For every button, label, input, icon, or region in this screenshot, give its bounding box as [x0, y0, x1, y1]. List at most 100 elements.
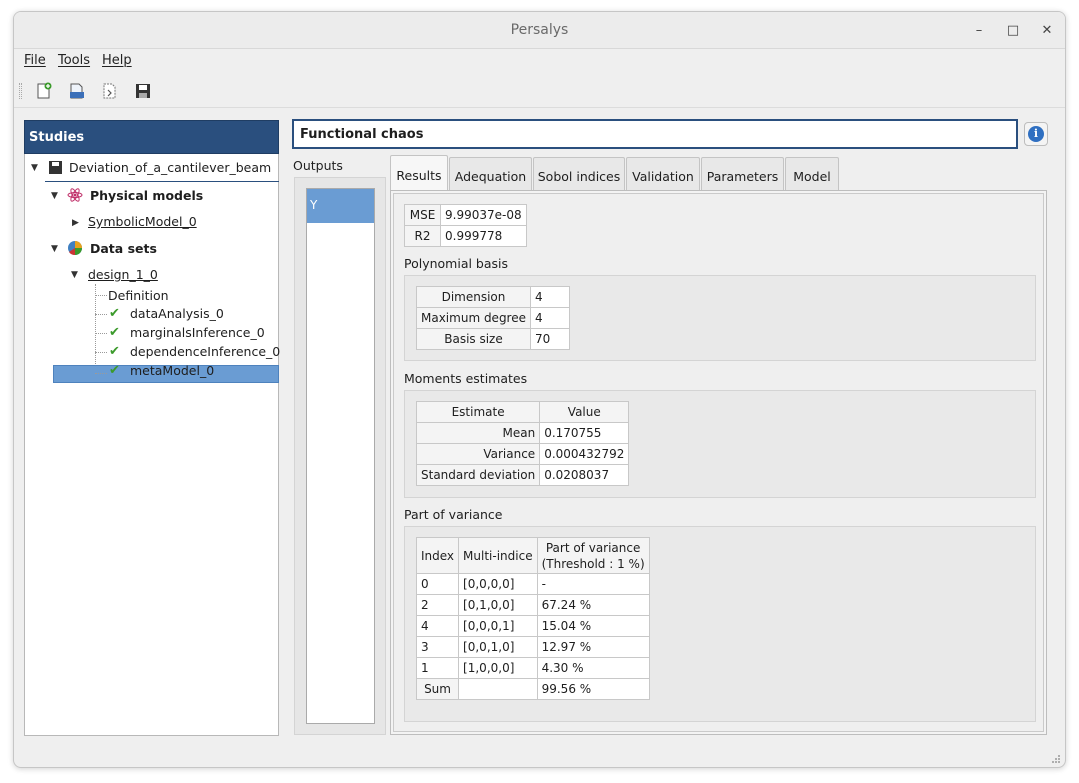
- table-row: Estimate Value: [415, 401, 630, 423]
- table-header: Value: [539, 401, 630, 423]
- part-of-variance-header: Part of variance: [545, 540, 641, 555]
- table-row: 3 [0,0,1,0] 12.97 %: [415, 636, 650, 658]
- tree-line: [95, 295, 107, 296]
- table-row: MSE 9.99037e-08: [404, 204, 527, 226]
- tab-sobol-indices[interactable]: Sobol indices: [533, 157, 625, 191]
- table-row: Sum 99.56 %: [415, 678, 650, 700]
- import-script-icon[interactable]: [101, 82, 119, 100]
- table-cell: 4.30 %: [536, 657, 650, 679]
- polynomial-basis-table: Dimension 4 Maximum degree 4 Basis size …: [416, 286, 570, 350]
- menu-help[interactable]: Help: [102, 53, 132, 68]
- table-row: 1 [1,0,0,0] 4.30 %: [415, 657, 650, 679]
- menu-bar: File Tools Help: [14, 50, 1065, 74]
- table-cell: 9.99037e-08: [440, 204, 527, 226]
- tab-validation[interactable]: Validation: [626, 157, 700, 191]
- expand-arrow-icon[interactable]: ▼: [71, 270, 78, 280]
- tree-line: [95, 373, 107, 374]
- output-item-y[interactable]: Y: [307, 189, 374, 223]
- table-row: 4 [0,0,0,1] 15.04 %: [415, 615, 650, 637]
- symbolic-model-item[interactable]: SymbolicModel_0: [88, 214, 197, 229]
- close-button[interactable]: ✕: [1037, 21, 1057, 41]
- table-header: Estimate: [415, 401, 541, 423]
- table-cell: Standard deviation: [415, 464, 541, 486]
- save-study-icon[interactable]: [134, 82, 152, 100]
- table-cell: Maximum degree: [416, 307, 531, 329]
- table-cell: [0,0,0,0]: [458, 573, 538, 595]
- toolbar: [14, 74, 1065, 108]
- toolbar-grip[interactable]: [19, 83, 22, 99]
- table-cell: 67.24 %: [536, 594, 650, 616]
- table-cell: 3: [415, 636, 460, 658]
- studies-header: Studies: [24, 120, 279, 154]
- minimize-button[interactable]: –: [969, 21, 989, 41]
- table-cell: 0: [415, 573, 460, 595]
- table-cell: 12.97 %: [536, 636, 650, 658]
- resize-grip-icon[interactable]: [1051, 753, 1061, 763]
- table-cell: 0.170755: [539, 422, 630, 444]
- polynomial-basis-label: Polynomial basis: [404, 256, 509, 271]
- study-tree[interactable]: ▼ Deviation_of_a_cantilever_beam ▼ Physi…: [24, 154, 280, 736]
- tab-results[interactable]: Results: [390, 155, 448, 191]
- table-cell: [458, 678, 538, 700]
- title-bar[interactable]: Persalys – □ ✕: [14, 12, 1065, 49]
- error-table: MSE 9.99037e-08 R2 0.999778: [404, 204, 527, 247]
- moments-label: Moments estimates: [404, 371, 528, 386]
- dependence-inference-item[interactable]: dependenceInference_0: [130, 344, 280, 359]
- part-of-variance-label: Part of variance: [404, 507, 503, 522]
- table-cell: Sum: [415, 678, 460, 700]
- tab-parameters[interactable]: Parameters: [701, 157, 784, 191]
- expand-arrow-icon[interactable]: ▼: [51, 191, 58, 201]
- table-row: 0 [0,0,0,0] -: [415, 573, 650, 595]
- table-cell: Basis size: [416, 328, 531, 350]
- table-row: Variance 0.000432792: [415, 443, 630, 465]
- moments-group: Estimate Value Mean 0.170755 Variance 0.…: [404, 390, 1036, 498]
- table-row: R2 0.999778: [404, 225, 527, 247]
- table-cell: 4: [415, 615, 460, 637]
- data-sets-icon: [67, 240, 83, 259]
- main-window: Persalys – □ ✕ File Tools Help Studies ▼…: [13, 11, 1066, 768]
- info-icon: i: [1028, 126, 1044, 142]
- tree-line: [95, 284, 96, 374]
- maximize-button[interactable]: □: [1003, 21, 1023, 41]
- table-cell: [0,0,1,0]: [458, 636, 538, 658]
- data-analysis-item[interactable]: dataAnalysis_0: [130, 306, 224, 321]
- threshold-header: (Threshold : 1 %): [541, 556, 645, 571]
- new-study-icon[interactable]: [35, 82, 53, 100]
- study-underline: [45, 181, 279, 182]
- definition-item[interactable]: Definition: [108, 288, 169, 303]
- table-cell: 70: [530, 328, 570, 350]
- open-study-icon[interactable]: [68, 82, 86, 100]
- collapse-arrow-icon[interactable]: ▶: [72, 218, 79, 228]
- study-disk-icon: [49, 161, 62, 174]
- table-cell: [1,0,0,0]: [458, 657, 538, 679]
- expand-arrow-icon[interactable]: ▼: [31, 163, 38, 173]
- physical-models-item[interactable]: Physical models: [90, 188, 203, 203]
- marginals-inference-item[interactable]: marginalsInference_0: [130, 325, 265, 340]
- expand-arrow-icon[interactable]: ▼: [51, 244, 58, 254]
- data-sets-item[interactable]: Data sets: [90, 241, 157, 256]
- check-icon: ✔: [109, 363, 120, 378]
- outputs-panel: Y: [294, 177, 386, 735]
- design-item[interactable]: design_1_0: [88, 267, 158, 282]
- metamodel-item[interactable]: metaModel_0: [130, 363, 214, 378]
- tree-line: [95, 333, 107, 334]
- table-row: Standard deviation 0.0208037: [415, 464, 630, 486]
- outputs-list[interactable]: Y: [306, 188, 375, 724]
- table-row: Basis size 70: [416, 328, 570, 350]
- table-cell: 4: [530, 286, 570, 308]
- part-of-variance-group: Index Multi-indice Part of variance (Thr…: [404, 526, 1036, 722]
- tab-adequation[interactable]: Adequation: [449, 157, 532, 191]
- table-cell: 1: [415, 657, 460, 679]
- table-cell: 4: [530, 307, 570, 329]
- menu-file[interactable]: File: [24, 53, 46, 68]
- table-row: Maximum degree 4: [416, 307, 570, 329]
- table-cell: Dimension: [416, 286, 531, 308]
- table-row: 2 [0,1,0,0] 67.24 %: [415, 594, 650, 616]
- menu-tools[interactable]: Tools: [58, 53, 90, 68]
- atom-icon: [67, 187, 83, 206]
- info-button[interactable]: i: [1024, 122, 1048, 146]
- analysis-title-field: Functional chaos: [292, 119, 1018, 149]
- table-cell: Variance: [415, 443, 541, 465]
- tab-model[interactable]: Model: [785, 157, 839, 191]
- study-item[interactable]: Deviation_of_a_cantilever_beam: [69, 160, 271, 175]
